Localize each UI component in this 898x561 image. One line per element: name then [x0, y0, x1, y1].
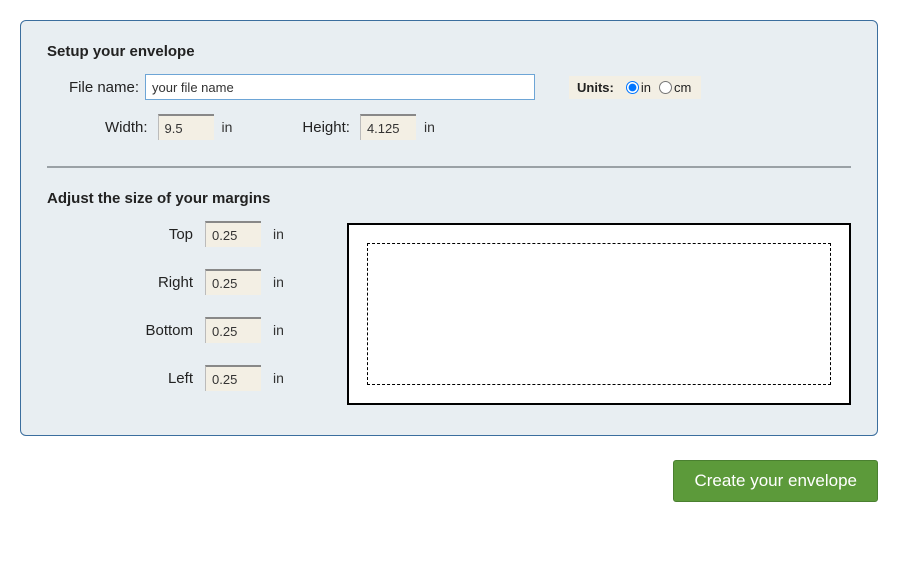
envelope-preview-margin	[367, 243, 831, 385]
unit-cm-text: cm	[674, 80, 691, 95]
margins-heading: Adjust the size of your margins	[47, 190, 851, 207]
height-label: Height:	[302, 119, 350, 136]
filename-row: File name: Units: in cm	[47, 74, 851, 100]
margin-bottom-input[interactable]	[205, 317, 261, 343]
create-envelope-button[interactable]: Create your envelope	[673, 460, 878, 502]
margin-bottom-unit: in	[273, 322, 297, 338]
unit-in-option[interactable]: in	[622, 80, 651, 95]
margin-left-unit: in	[273, 370, 297, 386]
margin-bottom-row: Bottom in	[47, 317, 297, 343]
units-box: Units: in cm	[569, 76, 701, 99]
filename-label: File name:	[69, 79, 139, 96]
section-divider	[47, 166, 851, 168]
margin-left-row: Left in	[47, 365, 297, 391]
width-unit: in	[222, 119, 233, 135]
unit-cm-radio[interactable]	[659, 81, 672, 94]
envelope-setup-panel: Setup your envelope File name: Units: in…	[20, 20, 878, 436]
filename-input[interactable]	[145, 74, 535, 100]
units-label: Units:	[577, 80, 614, 95]
action-row: Create your envelope	[20, 460, 878, 502]
margin-left-label: Left	[47, 370, 193, 387]
margin-left-input[interactable]	[205, 365, 261, 391]
unit-cm-option[interactable]: cm	[655, 80, 691, 95]
margin-right-unit: in	[273, 274, 297, 290]
margin-right-row: Right in	[47, 269, 297, 295]
margins-area: Top in Right in Bottom in Left in	[47, 221, 851, 405]
dimensions-row: Width: in Height: in	[47, 114, 851, 140]
margin-right-label: Right	[47, 274, 193, 291]
margin-top-label: Top	[47, 226, 193, 243]
unit-in-text: in	[641, 80, 651, 95]
width-group: Width: in	[105, 114, 232, 140]
height-input[interactable]	[360, 114, 416, 140]
unit-in-radio[interactable]	[626, 81, 639, 94]
envelope-preview	[347, 223, 851, 405]
height-group: Height: in	[302, 114, 434, 140]
margin-right-input[interactable]	[205, 269, 261, 295]
margin-top-unit: in	[273, 226, 297, 242]
margin-top-row: Top in	[47, 221, 297, 247]
margins-controls: Top in Right in Bottom in Left in	[47, 221, 297, 391]
setup-heading: Setup your envelope	[47, 43, 851, 60]
height-unit: in	[424, 119, 435, 135]
width-input[interactable]	[158, 114, 214, 140]
margin-bottom-label: Bottom	[47, 322, 193, 339]
width-label: Width:	[105, 119, 148, 136]
margin-top-input[interactable]	[205, 221, 261, 247]
